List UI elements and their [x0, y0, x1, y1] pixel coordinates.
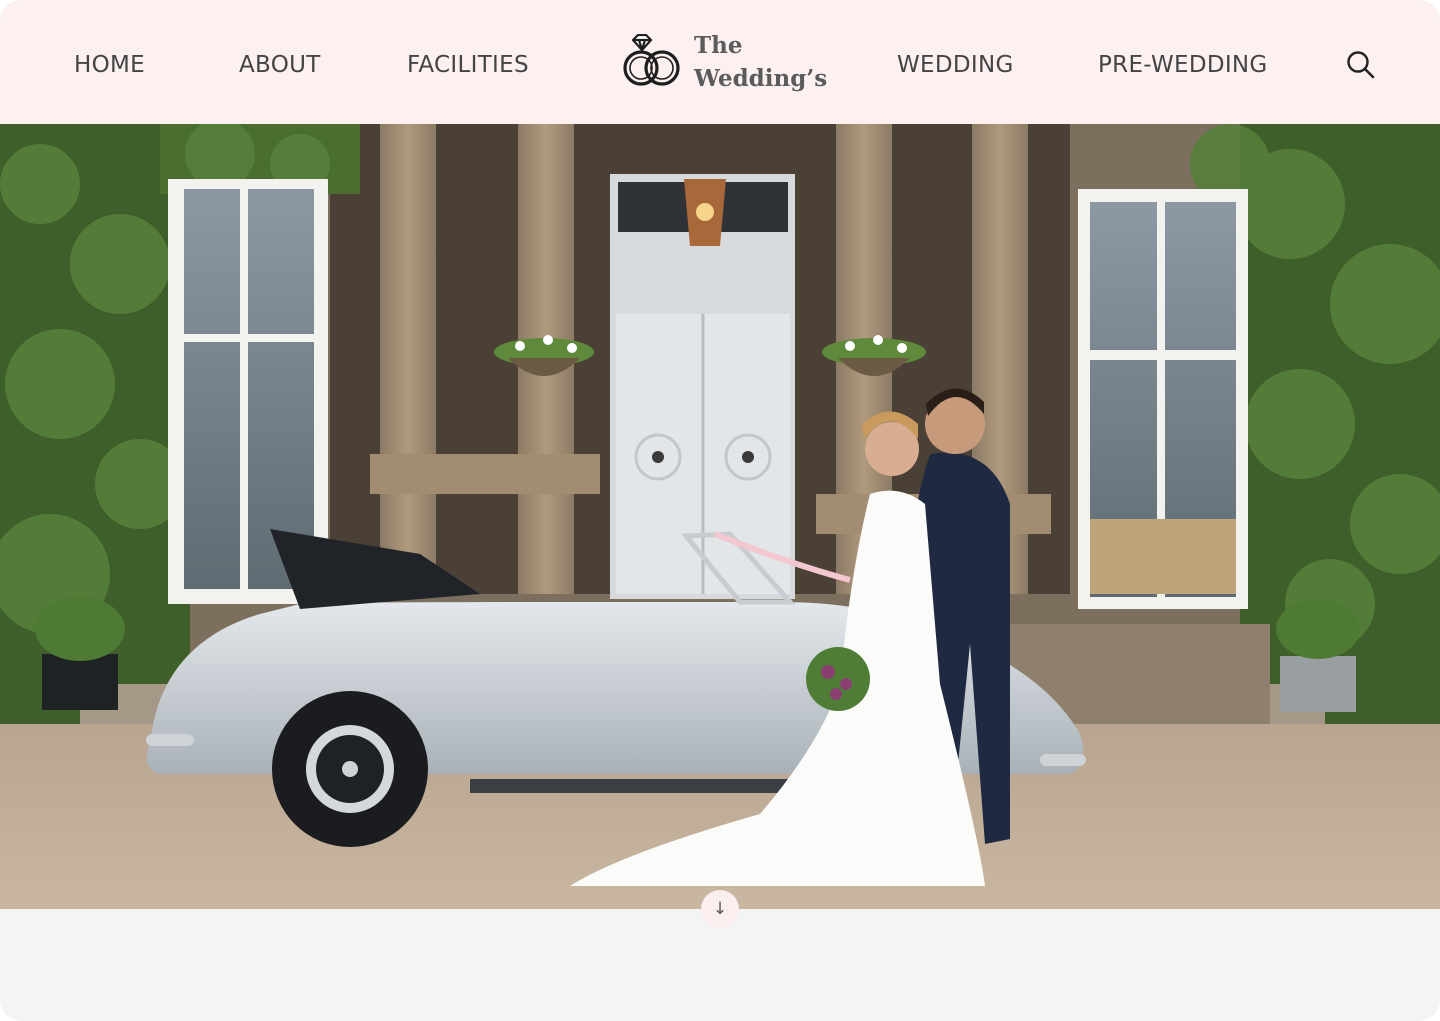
logo-text-the: The: [694, 32, 743, 59]
arrow-down-icon: ↓: [712, 899, 728, 919]
nav-wedding-link[interactable]: WEDDING: [897, 48, 1014, 82]
site-header: HOME ABOUT FACILITIES The Wedding’s WEDD…: [0, 0, 1440, 124]
wedding-rings-icon: [623, 34, 680, 86]
scroll-down-button[interactable]: ↓: [701, 890, 739, 928]
hero-photo-illustration: [0, 124, 1440, 909]
search-button[interactable]: [1344, 48, 1378, 82]
hero-image: [0, 124, 1440, 909]
nav-home-link[interactable]: HOME: [74, 48, 145, 82]
site-logo[interactable]: The Wedding’s: [620, 30, 827, 98]
nav-about-link[interactable]: ABOUT: [239, 48, 321, 82]
logo-text-weddings: Wedding’s: [694, 65, 828, 92]
page: HOME ABOUT FACILITIES The Wedding’s WEDD…: [0, 0, 1440, 1021]
nav-facilities-link[interactable]: FACILITIES: [407, 48, 529, 82]
nav-pre-wedding-link[interactable]: PRE-WEDDING: [1098, 48, 1268, 82]
search-icon: [1347, 51, 1375, 79]
